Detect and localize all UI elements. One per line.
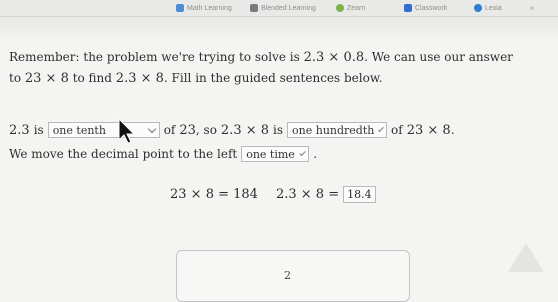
equation-2: 2.3 × 8 = bbox=[275, 187, 340, 202]
page-indicator-box bbox=[176, 250, 410, 302]
bookmark-icon bbox=[176, 4, 184, 12]
expression: 2.3 × 8 bbox=[115, 71, 164, 86]
bookmark-label: Math Learning bbox=[187, 4, 232, 12]
answer-input[interactable]: 18.4 bbox=[343, 186, 376, 203]
lexia-icon bbox=[474, 4, 482, 12]
intro-paragraph: Remember: the problem we're trying to so… bbox=[9, 50, 513, 86]
dropdown-tenth[interactable]: one tenth bbox=[47, 122, 160, 138]
equation-1: 23 × 8 = 184 bbox=[170, 187, 258, 202]
guided-sentence-2: We move the decimal point to the left on… bbox=[9, 146, 318, 162]
expression: 2.3 × 0.8 bbox=[303, 50, 365, 65]
mouse-cursor-icon bbox=[118, 118, 136, 144]
bookmark-lexia[interactable]: Lexia bbox=[474, 2, 502, 14]
equations-row: 23 × 8 = 184 2.3 × 8 = 18.4 bbox=[170, 186, 376, 203]
screen: Math Learning Blended Learning Zearn Cla… bbox=[0, 0, 558, 302]
bookmark-label: Zearn bbox=[347, 4, 366, 12]
zearn-icon bbox=[336, 4, 344, 12]
bookmark-icon bbox=[250, 4, 258, 12]
bookmark-label: Classwork bbox=[415, 4, 448, 12]
bookmark-label: Blended Learning bbox=[261, 4, 316, 12]
bookmarks-overflow-button[interactable]: » bbox=[530, 2, 534, 14]
bookmark-classwork[interactable]: Classwork bbox=[404, 2, 447, 14]
chevron-down-icon bbox=[299, 149, 306, 156]
bookmark-math-learning[interactable]: Math Learning bbox=[176, 2, 232, 14]
bookmark-blended-learning[interactable]: Blended Learning bbox=[250, 2, 316, 14]
header-shade bbox=[0, 17, 558, 43]
next-arrow-icon[interactable] bbox=[508, 243, 544, 272]
chevron-down-icon bbox=[147, 124, 156, 133]
expression: 23 × 8 bbox=[24, 71, 69, 86]
chevron-down-icon bbox=[378, 125, 384, 132]
bookmarks-bar: Math Learning Blended Learning Zearn Cla… bbox=[0, 0, 558, 17]
dropdown-hundredth[interactable]: one hundredth bbox=[287, 122, 388, 138]
page-number: 2 bbox=[284, 269, 291, 282]
guided-sentence-1: 2.3 is one tenth of 23, so 2.3 × 8 is on… bbox=[9, 122, 455, 138]
bookmark-label: Lexia bbox=[485, 4, 502, 12]
classwork-icon bbox=[404, 4, 412, 12]
bookmark-zearn[interactable]: Zearn bbox=[336, 2, 365, 14]
dropdown-times[interactable]: one time bbox=[241, 146, 310, 162]
